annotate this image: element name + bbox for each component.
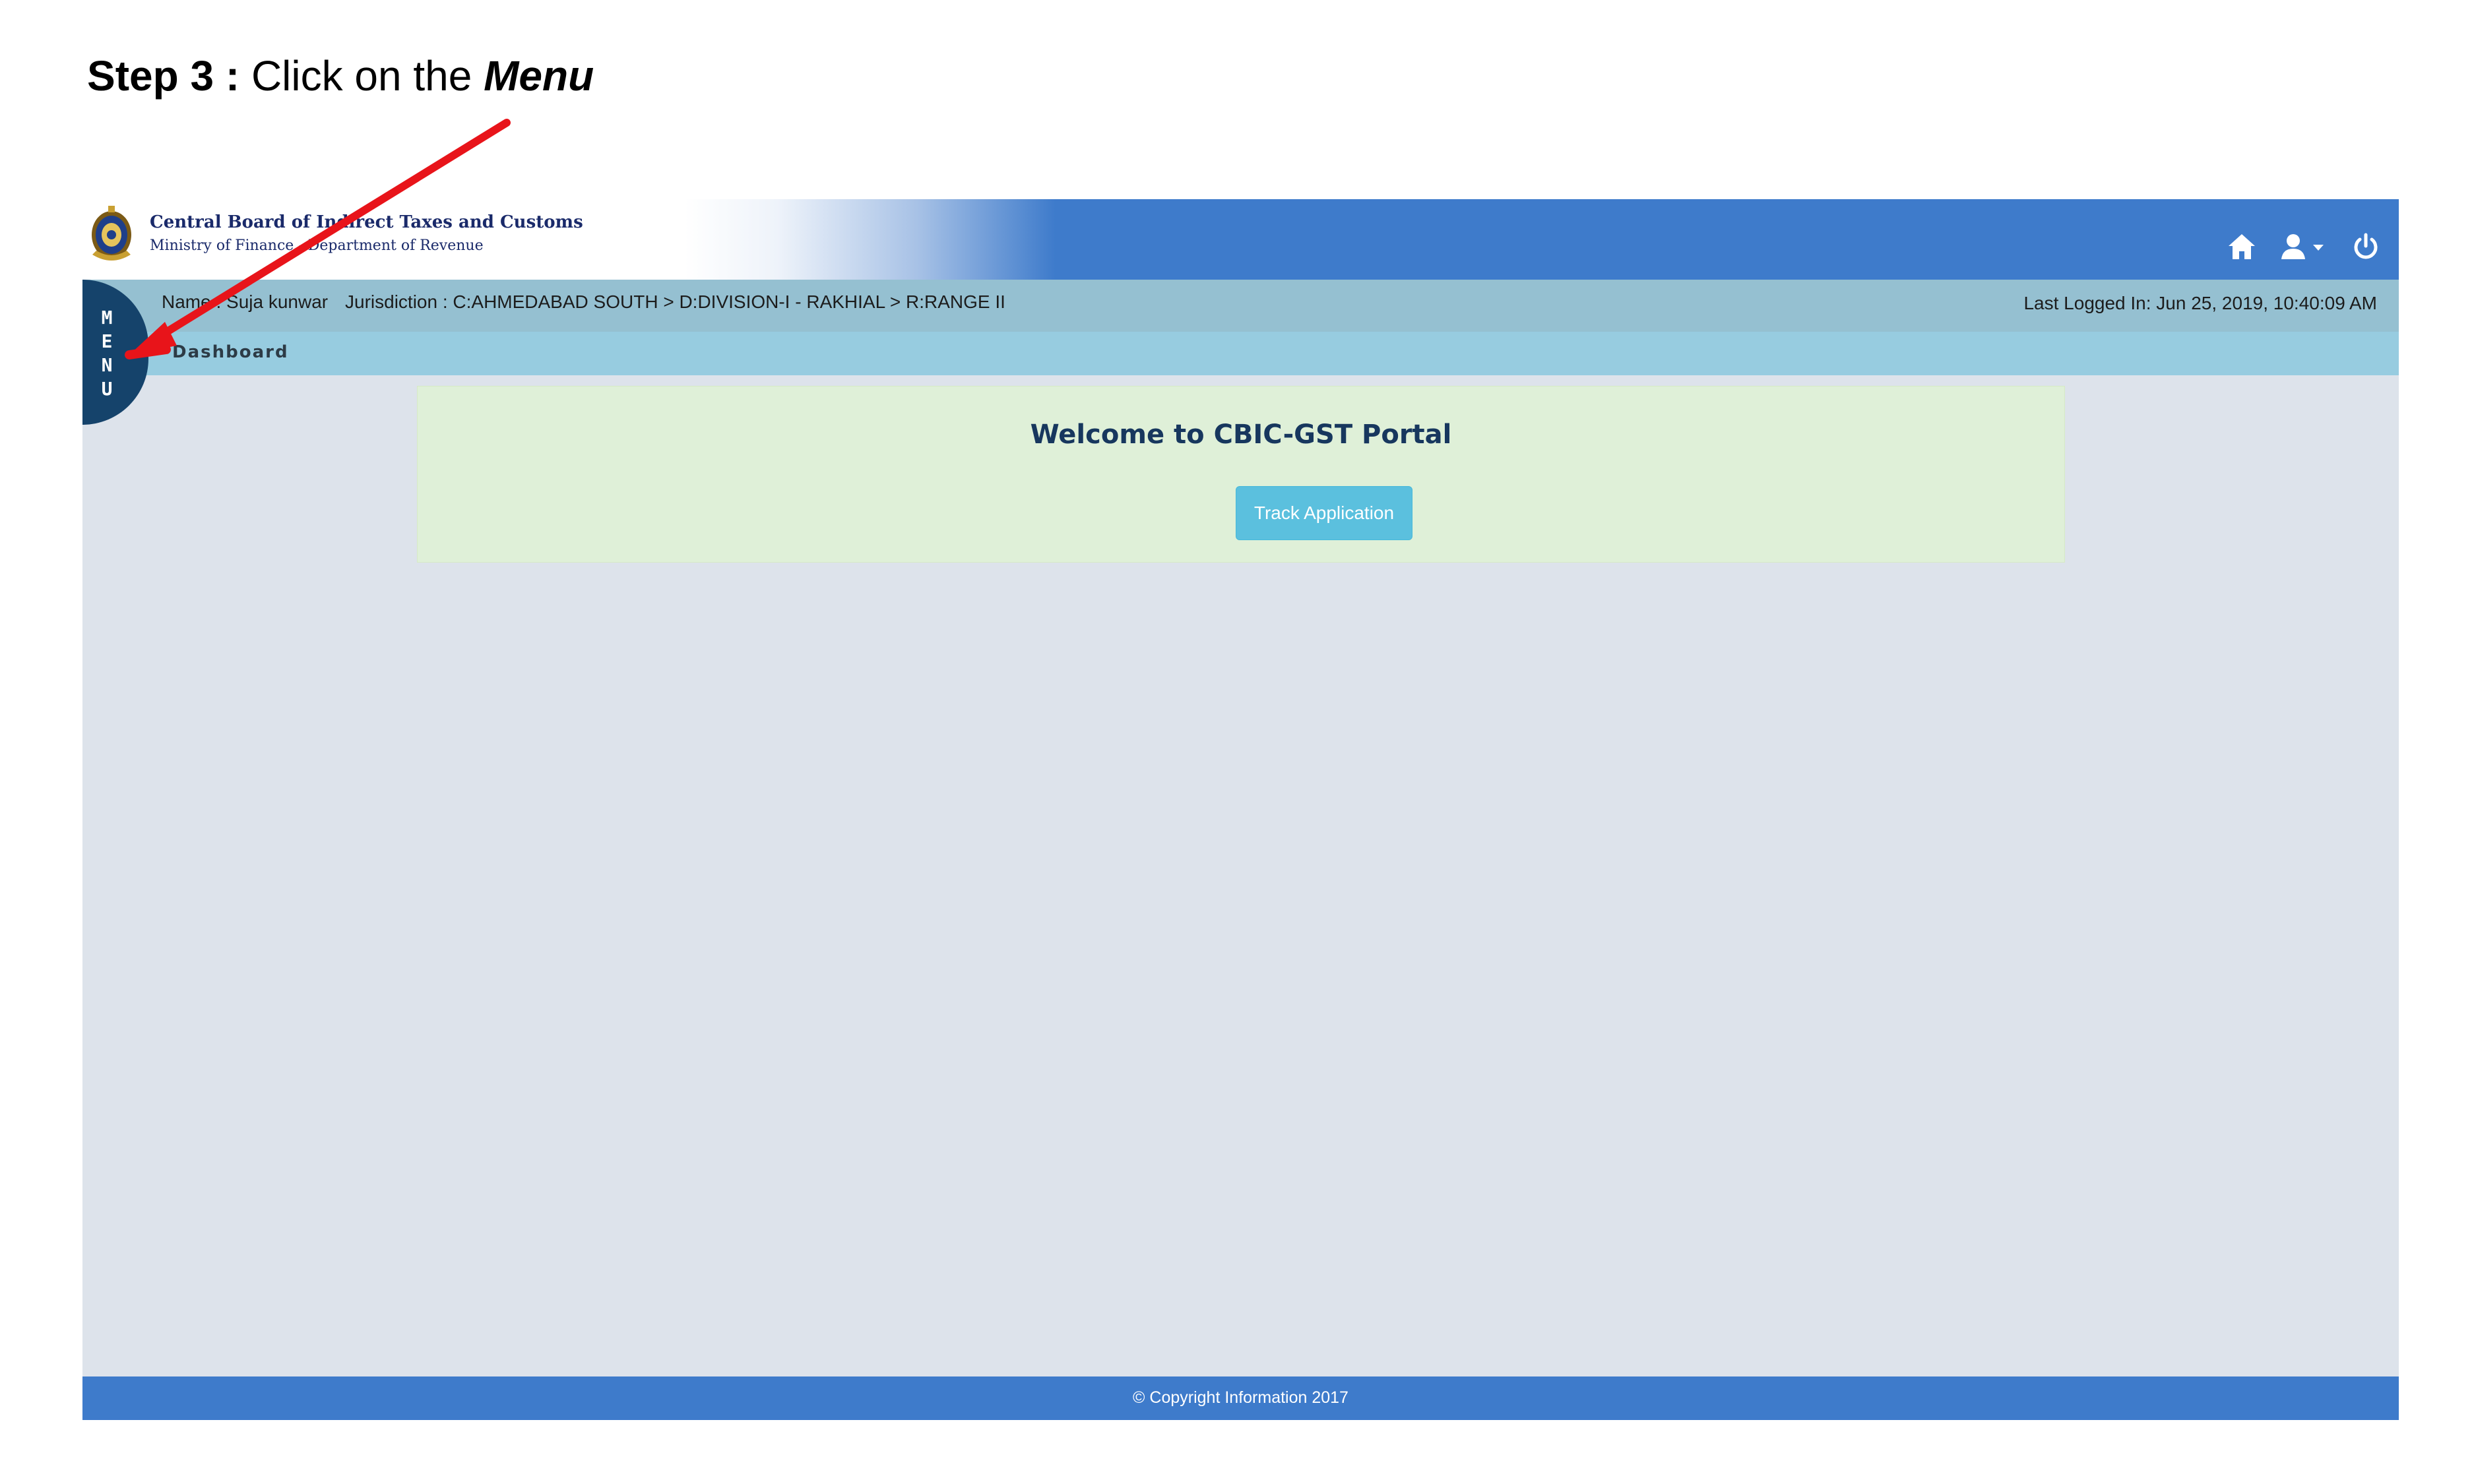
last-logged-in: Last Logged In: Jun 25, 2019, 10:40:09 A… (2023, 293, 2377, 313)
user-name: Name : Suja kunwar (162, 292, 329, 312)
breadcrumb-dashboard[interactable]: Dashboard (172, 342, 289, 362)
user-dropdown-icon[interactable] (2280, 233, 2329, 261)
welcome-panel: Welcome to CBIC-GST Portal Track Applica… (417, 386, 2065, 563)
footer: © Copyright Information 2017 (82, 1376, 2399, 1420)
header-icons (2227, 227, 2379, 266)
jurisdiction-text: Jurisdiction : C:AHMEDABAD SOUTH > D:DIV… (345, 292, 1005, 312)
instruction-caption: Step 3 : Click on the Menu (87, 51, 594, 100)
caption-text: Click on the (239, 52, 484, 100)
user-info-bar: Name : Suja kunwar Jurisdiction : C:AHME… (82, 280, 2399, 332)
menu-letters: M E N U (97, 306, 117, 401)
home-icon[interactable] (2227, 233, 2256, 261)
copyright-text: © Copyright Information 2017 (1133, 1388, 1348, 1407)
track-application-button[interactable]: Track Application (1236, 486, 1412, 540)
portal-window: Central Board of Indirect Taxes and Cust… (82, 199, 2399, 1420)
power-icon[interactable] (2353, 233, 2379, 261)
caption-emphasis: Menu (484, 52, 594, 100)
caption-step: Step 3 : (87, 52, 240, 100)
emblem-logo-icon (92, 206, 131, 261)
org-subtitle: Ministry of Finance - Department of Reve… (150, 237, 484, 254)
org-title: Central Board of Indirect Taxes and Cust… (150, 212, 583, 232)
menu-letter: M (101, 307, 113, 328)
menu-letter: U (101, 378, 113, 400)
top-header: Central Board of Indirect Taxes and Cust… (82, 199, 2399, 280)
welcome-title: Welcome to CBIC-GST Portal (1030, 419, 1452, 450)
menu-letter: N (101, 354, 113, 376)
breadcrumb: Dashboard (82, 332, 2399, 375)
menu-letter: E (101, 330, 113, 352)
